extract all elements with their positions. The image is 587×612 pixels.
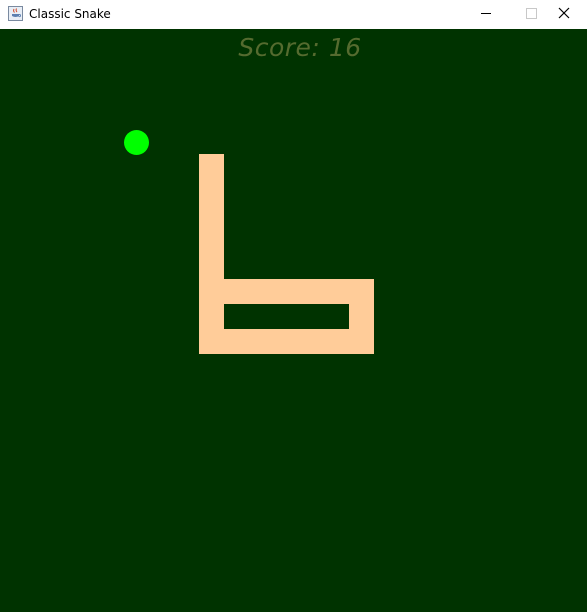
snake-body-segment <box>199 329 374 354</box>
score-display: Score: 16 <box>0 33 587 63</box>
score-label: Score: <box>238 33 321 62</box>
minimize-button[interactable] <box>463 0 509 29</box>
app-window: Classic Snake Score: 16 <box>0 0 587 612</box>
apple-food <box>124 130 149 155</box>
snake-body-segment <box>199 279 374 304</box>
score-value: 16 <box>328 33 362 62</box>
game-board[interactable]: Score: 16 <box>0 29 587 612</box>
maximize-icon <box>526 8 537 19</box>
snake-body-segment <box>199 254 224 354</box>
close-icon <box>558 7 570 19</box>
window-title: Classic Snake <box>29 7 111 21</box>
snake-head-segment <box>199 154 224 254</box>
close-button[interactable] <box>553 0 587 29</box>
maximize-button[interactable] <box>509 0 555 29</box>
java-cup-icon <box>8 6 23 21</box>
minimize-icon <box>481 13 491 14</box>
title-bar[interactable]: Classic Snake <box>0 0 587 29</box>
